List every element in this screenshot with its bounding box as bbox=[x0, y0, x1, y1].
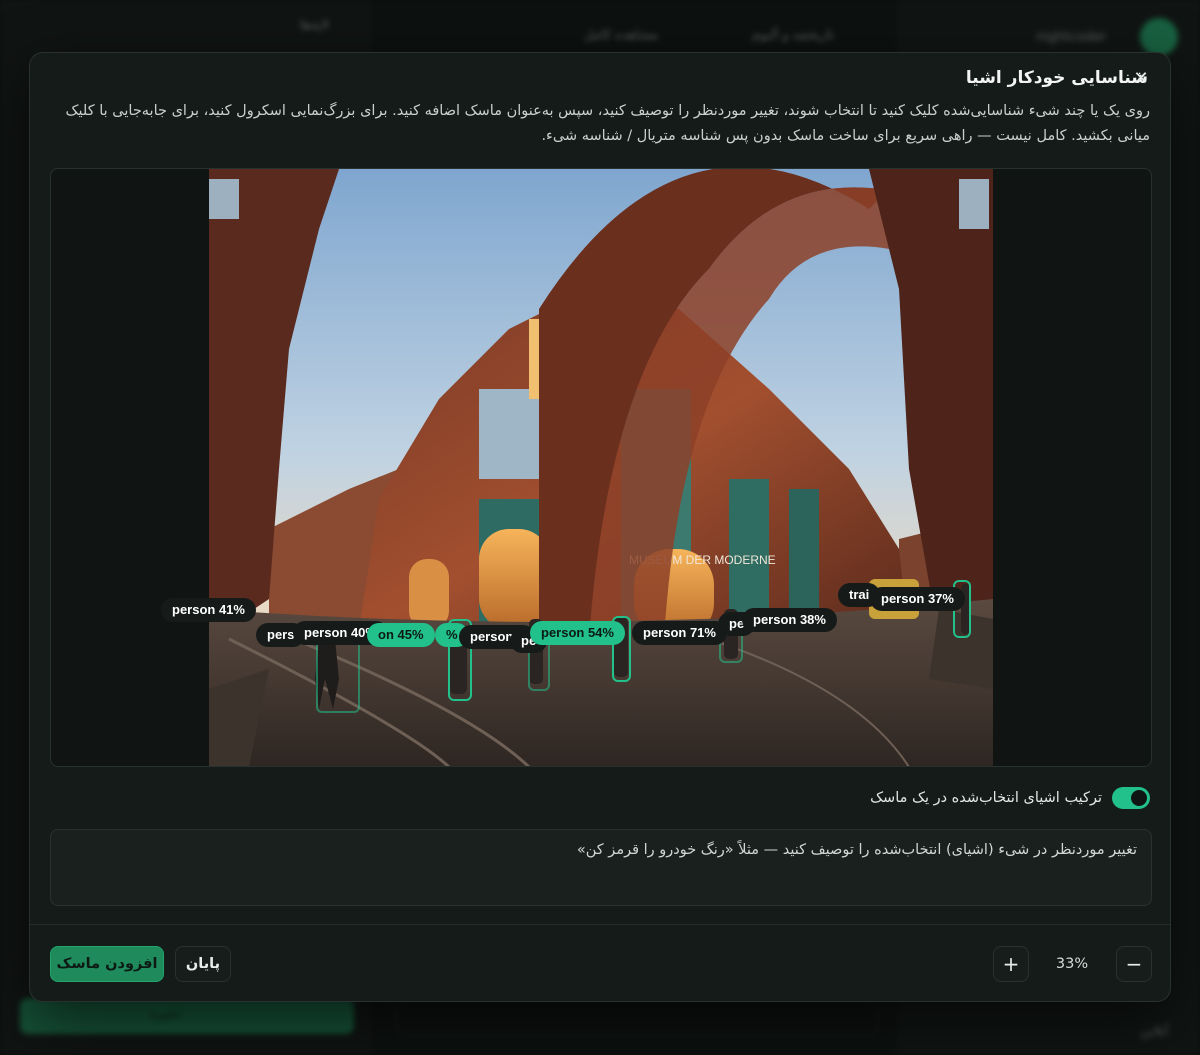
combine-toggle[interactable] bbox=[1112, 787, 1150, 809]
background-save-button bbox=[20, 998, 354, 1034]
background-left-title: لایه‌ها bbox=[300, 18, 329, 33]
detection-label-selected[interactable]: person 54% bbox=[530, 621, 625, 645]
background-save-label: ذخیره bbox=[150, 1007, 182, 1022]
background-input bbox=[396, 998, 878, 1036]
combine-toggle-row: ترکیب اشیای انتخاب‌شده در یک ماسک bbox=[870, 785, 1150, 811]
change-prompt-input[interactable] bbox=[50, 829, 1152, 906]
detection-label[interactable]: person 38% bbox=[742, 608, 837, 632]
background-status: آنلاین bbox=[1140, 1024, 1169, 1039]
background-brand: nightcoder bbox=[1036, 30, 1107, 45]
detection-label[interactable]: person 71% bbox=[632, 621, 727, 645]
dialog-description: روی یک یا چند شیء شناسایی‌شده کلیک کنید … bbox=[65, 103, 1150, 144]
zoom-out-button[interactable]: − bbox=[1116, 946, 1152, 982]
image-preview[interactable]: MUSEUM DER MODERNE person 41% pers perso… bbox=[50, 168, 1152, 767]
detection-box[interactable] bbox=[316, 635, 360, 713]
brand-logo-icon bbox=[1140, 18, 1178, 56]
background-tab-1: مشاهده کامل bbox=[584, 28, 659, 43]
dialog-title: شناسایی خودکار اشیا bbox=[965, 68, 1148, 88]
close-icon[interactable]: ✕ bbox=[1131, 69, 1151, 89]
detection-label[interactable]: person 37% bbox=[870, 587, 965, 611]
background-tab-2: تاریخچه و آلبوم bbox=[752, 28, 835, 43]
zoom-level: 33% bbox=[1055, 956, 1089, 972]
detection-label[interactable]: person 41% bbox=[161, 598, 256, 622]
footer-divider bbox=[30, 924, 1170, 925]
object-detection-dialog: شناسایی خودکار اشیا ✕ روی یک یا چند شیء … bbox=[29, 52, 1171, 1002]
combine-toggle-label: ترکیب اشیای انتخاب‌شده در یک ماسک bbox=[870, 790, 1102, 806]
zoom-in-button[interactable]: + bbox=[993, 946, 1029, 982]
add-mask-button[interactable]: افزودن ماسک bbox=[50, 946, 164, 982]
detection-label-selected[interactable]: on 45% bbox=[367, 623, 435, 647]
toggle-knob bbox=[1131, 790, 1147, 806]
done-button[interactable]: پایان bbox=[175, 946, 231, 982]
